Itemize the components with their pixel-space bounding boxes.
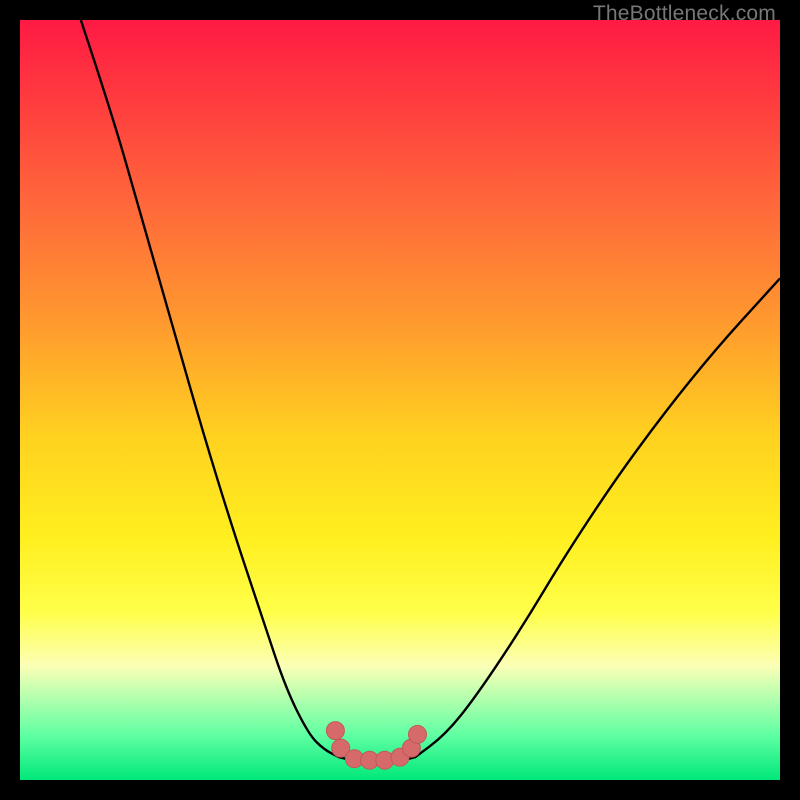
marker-group <box>326 722 426 770</box>
valley-marker <box>409 725 427 743</box>
chart-svg <box>20 20 780 780</box>
chart-frame: TheBottleneck.com <box>0 0 800 800</box>
bottleneck-curve <box>81 20 780 761</box>
curve-group <box>81 20 780 761</box>
plot-area <box>20 20 780 780</box>
watermark-text: TheBottleneck.com <box>593 2 776 26</box>
valley-marker <box>326 722 344 740</box>
